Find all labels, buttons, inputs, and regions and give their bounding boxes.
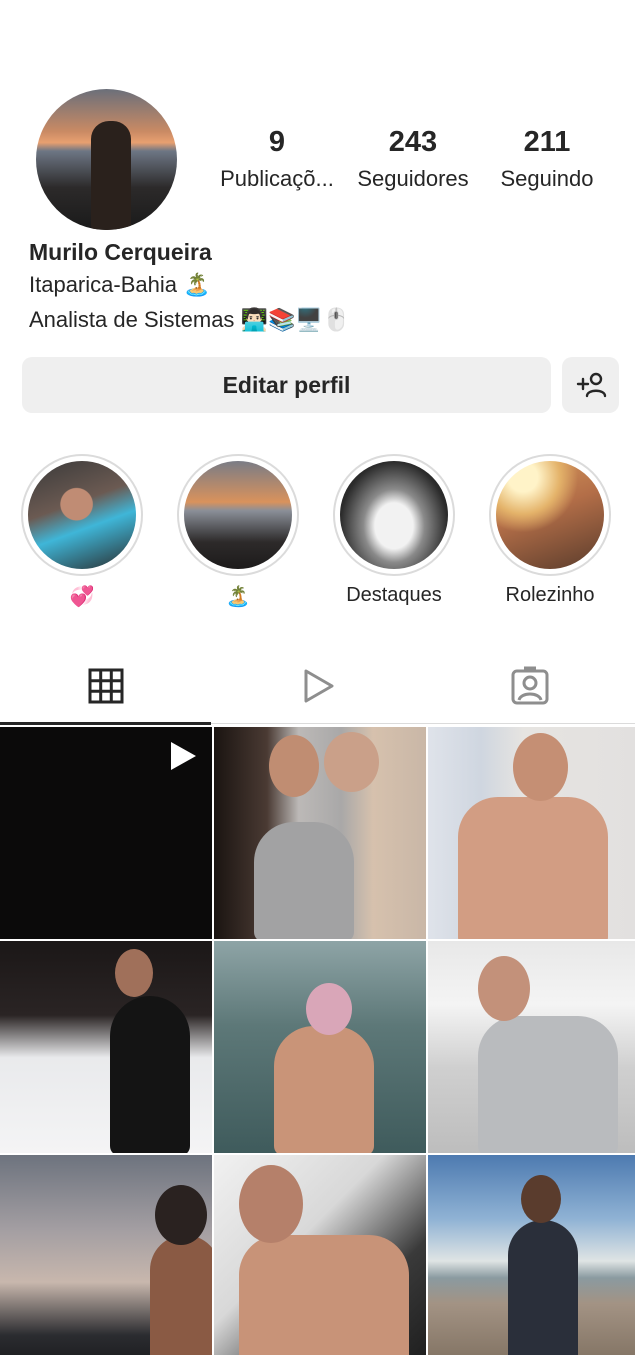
post-thumbnail[interactable] — [214, 727, 426, 939]
post-thumbnail[interactable] — [0, 1155, 212, 1355]
stat-following-label: Seguindo — [500, 166, 594, 191]
stat-followers[interactable]: 243 Seguidores — [343, 126, 483, 192]
bio-occupation: Analista de Sistemas 👨🏻‍💻📚🖥️🖱️ — [29, 307, 351, 332]
highlight-cover — [28, 461, 136, 569]
highlight-caption: 💞 — [69, 586, 95, 608]
bio-location: Itaparica-Bahia 🏝️ — [29, 272, 211, 297]
post-figure — [478, 1016, 618, 1153]
post-figure-head — [155, 1185, 207, 1245]
post-figure — [150, 1235, 212, 1355]
tab-posts-grid[interactable] — [0, 648, 211, 725]
post-thumbnail[interactable] — [428, 941, 635, 1153]
post-figure-head — [306, 983, 352, 1035]
stat-posts-label: Publicaçõ... — [220, 166, 334, 191]
highlight-caption: 🏝️ — [225, 586, 251, 608]
tab-tagged[interactable] — [424, 648, 635, 724]
profile-avatar[interactable] — [36, 89, 177, 230]
post-figure-head — [324, 732, 379, 792]
post-figure-head — [115, 949, 153, 997]
post-thumbnail[interactable] — [0, 727, 212, 939]
post-figure — [274, 1026, 374, 1153]
post-figure — [508, 1220, 578, 1355]
post-figure-head — [239, 1165, 303, 1243]
post-thumbnail[interactable] — [214, 941, 426, 1153]
reels-icon — [304, 669, 333, 703]
discover-people-button[interactable] — [562, 357, 619, 413]
highlight-cover — [184, 461, 292, 569]
post-figure — [458, 797, 608, 939]
highlight-item[interactable]: 💞 — [21, 454, 143, 610]
post-figure-head — [269, 735, 319, 797]
highlight-item[interactable]: 🏝️ — [177, 454, 299, 610]
highlight-item[interactable]: Destaques — [333, 454, 455, 610]
tab-reels[interactable] — [212, 648, 423, 724]
highlight-ring — [21, 454, 143, 576]
stat-posts-count: 9 — [268, 126, 286, 158]
post-thumbnail[interactable] — [428, 727, 635, 939]
post-thumbnail[interactable] — [428, 1155, 635, 1355]
profile-name: Murilo Cerqueira — [29, 239, 212, 265]
highlight-cover — [340, 461, 448, 569]
post-figure — [110, 996, 190, 1153]
post-figure — [254, 822, 354, 939]
stat-posts[interactable]: 9 Publicaçõ... — [207, 126, 347, 192]
highlight-ring — [489, 454, 611, 576]
highlight-cover — [496, 461, 604, 569]
add-person-icon — [576, 372, 606, 398]
profile-tabs — [0, 648, 635, 725]
tagged-icon — [511, 666, 548, 705]
stat-followers-label: Seguidores — [357, 166, 469, 191]
stat-followers-count: 243 — [388, 126, 438, 158]
highlight-caption: Destaques — [346, 584, 442, 606]
stat-following-count: 211 — [523, 126, 571, 158]
grid-icon — [88, 668, 123, 704]
stat-following[interactable]: 211 Seguindo — [477, 126, 617, 192]
video-icon — [171, 742, 196, 770]
post-thumbnail[interactable] — [214, 1155, 426, 1355]
avatar-figure — [91, 121, 131, 230]
post-thumbnail[interactable] — [0, 941, 212, 1153]
highlight-caption: Rolezinho — [505, 584, 595, 606]
post-figure — [239, 1235, 409, 1355]
edit-profile-button[interactable]: Editar perfil — [22, 357, 551, 413]
highlight-item[interactable]: Rolezinho — [489, 454, 611, 610]
highlight-ring — [333, 454, 455, 576]
highlight-ring — [177, 454, 299, 576]
post-figure-head — [521, 1175, 561, 1223]
post-figure-head — [513, 733, 568, 801]
post-figure-head — [478, 956, 530, 1021]
